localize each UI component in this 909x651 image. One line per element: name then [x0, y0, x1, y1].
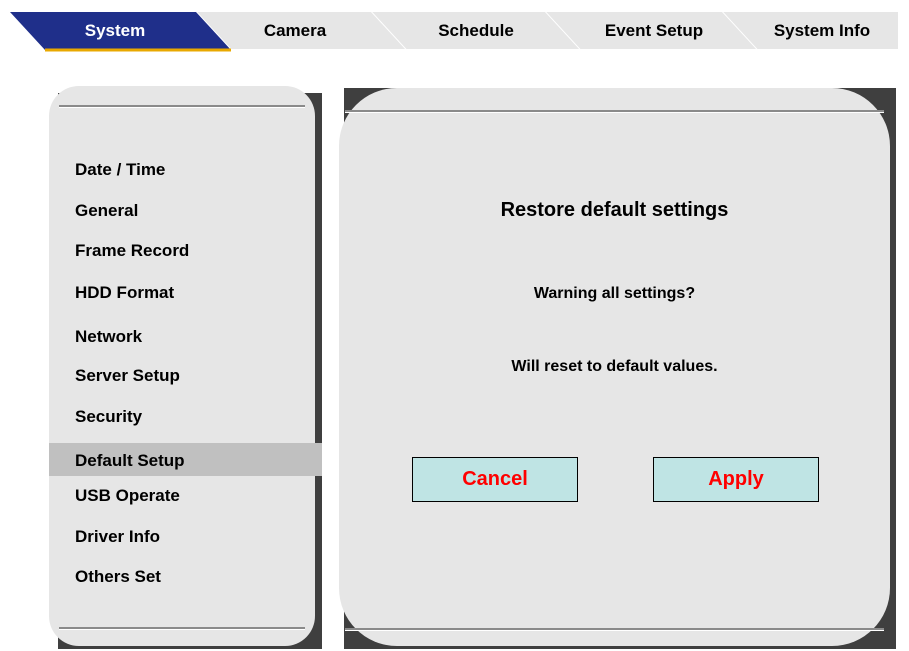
cancel-button[interactable]: Cancel — [412, 457, 578, 502]
sidebar-item-date-time[interactable]: Date / Time — [75, 160, 165, 180]
tab-system[interactable]: System — [10, 12, 231, 52]
restore-defaults-panel: Restore default settings Warning all set… — [339, 88, 890, 646]
sidebar-item-usb-operate[interactable]: USB Operate — [75, 486, 180, 506]
sidebar-item-driver-info[interactable]: Driver Info — [75, 527, 160, 547]
top-tab-bar: System Info Event Setup Schedule Camera … — [10, 11, 898, 52]
tab-event-setup-label: Event Setup — [605, 21, 703, 40]
tab-schedule-label: Schedule — [438, 21, 514, 40]
sidebar-item-frame-record[interactable]: Frame Record — [75, 241, 189, 261]
main-top-divider — [345, 110, 884, 113]
tab-system-label: System — [85, 21, 145, 40]
sidebar-menu: Date / Time General Frame Record HDD For… — [49, 86, 322, 646]
tab-camera[interactable]: Camera — [195, 11, 406, 51]
tab-schedule[interactable]: Schedule — [370, 11, 580, 51]
tab-camera-label: Camera — [264, 21, 327, 40]
sidebar-item-hdd-format[interactable]: HDD Format — [75, 283, 174, 303]
warning-message: Warning all settings? — [533, 285, 696, 302]
tab-system-info-label: System Info — [774, 21, 870, 40]
sidebar-bottom-divider — [59, 627, 305, 630]
sidebar-item-security[interactable]: Security — [75, 407, 142, 427]
apply-button[interactable]: Apply — [653, 457, 819, 502]
sidebar-item-others-set[interactable]: Others Set — [75, 567, 161, 587]
sidebar-top-divider — [59, 105, 305, 108]
sidebar-item-general[interactable]: General — [75, 201, 138, 221]
sidebar-item-default-setup[interactable]: Default Setup — [75, 451, 185, 471]
reset-message: Will reset to default values. — [511, 358, 718, 375]
sidebar-item-server-setup[interactable]: Server Setup — [75, 366, 180, 386]
tab-event-setup[interactable]: Event Setup — [544, 11, 757, 51]
dvr-setup-screen: System Info Event Setup Schedule Camera … — [0, 0, 909, 651]
dialog-title: Restore default settings — [500, 199, 729, 221]
sidebar-item-network[interactable]: Network — [75, 327, 142, 347]
main-bottom-divider — [345, 628, 884, 631]
